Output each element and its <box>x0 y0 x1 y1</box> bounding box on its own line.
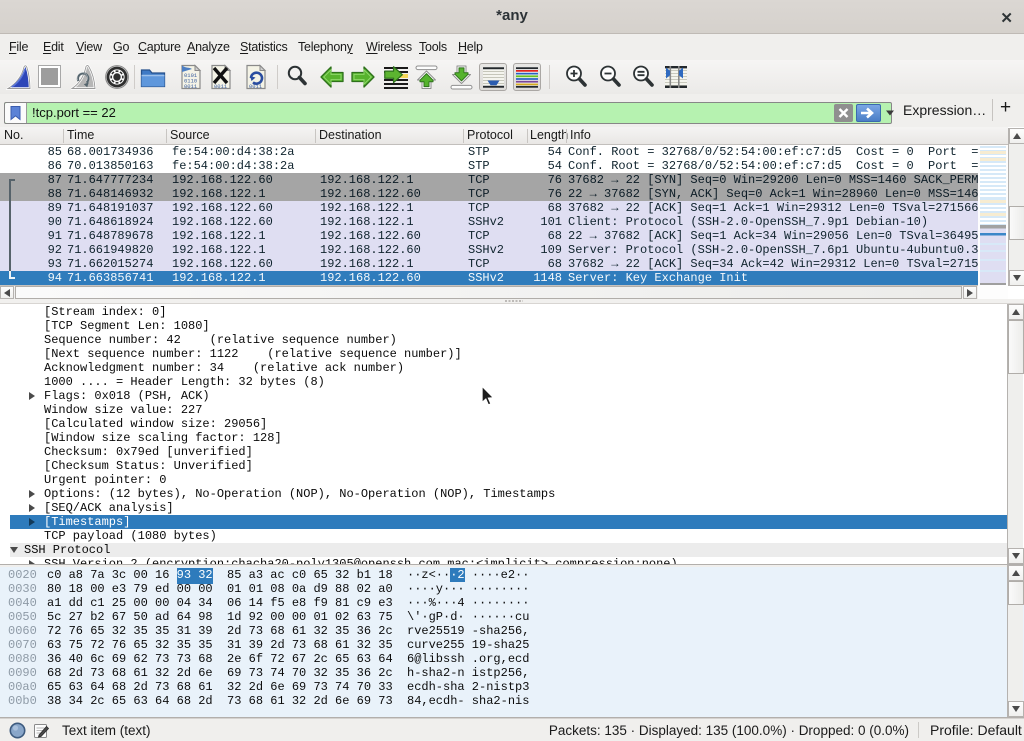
svg-text:0011: 0011 <box>214 83 228 90</box>
svg-text:0011: 0011 <box>184 83 198 90</box>
